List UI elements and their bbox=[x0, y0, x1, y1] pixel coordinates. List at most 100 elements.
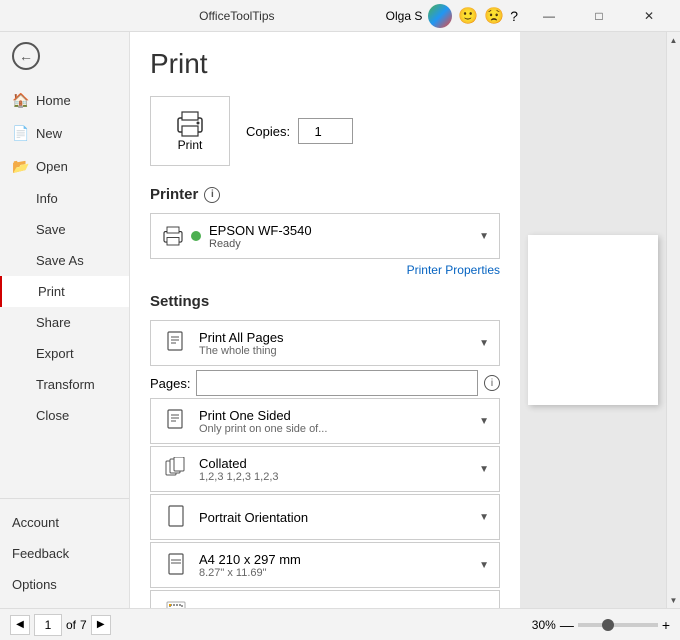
copies-input[interactable] bbox=[298, 118, 353, 144]
total-pages: 7 bbox=[80, 618, 87, 632]
sidebar-label-share: Share bbox=[36, 315, 71, 330]
sidebar-item-home[interactable]: 🏠 Home bbox=[0, 84, 129, 117]
sidebar-item-save[interactable]: Save bbox=[0, 214, 129, 245]
paper-size-doc-icon bbox=[167, 553, 185, 577]
printer-name: EPSON WF-3540 bbox=[209, 223, 479, 238]
sidebar-item-options[interactable]: Options bbox=[0, 569, 129, 600]
sidebar-item-transform[interactable]: Transform bbox=[0, 369, 129, 400]
next-page-button[interactable]: ▶ bbox=[91, 615, 111, 635]
user-name: Olga S bbox=[386, 9, 423, 23]
printer-info-icon[interactable]: i bbox=[204, 187, 220, 203]
sidebar-item-new[interactable]: 📄 New bbox=[0, 117, 129, 150]
print-pages-range-dropdown[interactable]: Print All Pages The whole thing ▼ bbox=[150, 320, 500, 366]
scrollbar-track: ▲ ▼ bbox=[666, 32, 680, 608]
minimize-button[interactable]: — bbox=[526, 0, 572, 32]
sidebar-item-print[interactable]: Print bbox=[0, 276, 129, 307]
paper-size-dropdown[interactable]: A4 210 x 297 mm 8.27" x 11.69" ▼ bbox=[150, 542, 500, 588]
sidebar-item-open[interactable]: 📂 Open bbox=[0, 150, 129, 183]
sidebar-label-new: New bbox=[36, 126, 62, 141]
print-button-label: Print bbox=[178, 138, 203, 152]
maximize-button[interactable]: □ bbox=[576, 0, 622, 32]
sides-text: Print One Sided Only print on one side o… bbox=[199, 408, 479, 435]
of-label: of bbox=[66, 618, 76, 632]
sidebar-label-save-as: Save As bbox=[36, 253, 84, 268]
zoom-section: 30% — + bbox=[532, 617, 670, 633]
collation-dropdown[interactable]: Collated 1,2,3 1,2,3 1,2,3 ▼ bbox=[150, 446, 500, 492]
sidebar-label-options: Options bbox=[12, 577, 57, 592]
scroll-down-button[interactable]: ▼ bbox=[667, 592, 680, 608]
orientation-icon bbox=[161, 502, 191, 532]
copies-section: Copies: bbox=[246, 118, 353, 144]
pages-input[interactable] bbox=[196, 370, 478, 396]
print-panel: Print Print Copies: bbox=[130, 32, 520, 608]
prev-page-button[interactable]: ◀ bbox=[10, 615, 30, 635]
pages-range-icon bbox=[161, 328, 191, 358]
sidebar-label-save: Save bbox=[36, 222, 66, 237]
margins-dropdown[interactable]: Custom Margins ▼ bbox=[150, 590, 500, 608]
portrait-icon bbox=[167, 505, 185, 529]
printer-status-dot bbox=[191, 231, 201, 241]
printer-properties-link[interactable]: Printer Properties bbox=[150, 263, 500, 277]
zoom-thumb[interactable] bbox=[602, 619, 614, 631]
sidebar-label-info: Info bbox=[36, 191, 58, 206]
current-page-input[interactable] bbox=[34, 614, 62, 636]
sidebar-item-feedback[interactable]: Feedback bbox=[0, 538, 129, 569]
page-navigation: ◀ of 7 ▶ bbox=[10, 614, 111, 636]
avatar bbox=[428, 4, 452, 28]
sidebar-item-share[interactable]: Share bbox=[0, 307, 129, 338]
margins-doc-icon bbox=[166, 601, 186, 608]
content-area: Print Print Copies: bbox=[130, 32, 680, 608]
collation-dropdown-arrow-icon: ▼ bbox=[479, 464, 489, 475]
page-title: Print bbox=[150, 48, 500, 80]
sidebar-item-export[interactable]: Export bbox=[0, 338, 129, 369]
paper-size-icon bbox=[161, 550, 191, 580]
pages-label: Pages: bbox=[150, 376, 190, 391]
titlebar-app-name: OfficeToolTips bbox=[88, 9, 386, 23]
emoji-sad-icon: 😟 bbox=[484, 6, 504, 26]
sidebar-item-save-as[interactable]: Save As bbox=[0, 245, 129, 276]
document-icon bbox=[166, 331, 186, 355]
pages-info-icon[interactable]: i bbox=[484, 375, 500, 391]
zoom-slider[interactable] bbox=[578, 623, 658, 627]
sidebar-label-close: Close bbox=[36, 408, 69, 423]
page-preview-sheet bbox=[528, 235, 658, 405]
sidebar-item-account[interactable]: Account bbox=[0, 507, 129, 538]
scroll-up-button[interactable]: ▲ bbox=[667, 32, 680, 48]
sides-dropdown-arrow-icon: ▼ bbox=[479, 416, 489, 427]
collation-sub: 1,2,3 1,2,3 1,2,3 bbox=[199, 471, 479, 483]
sides-icon bbox=[161, 406, 191, 436]
titlebar: OfficeToolTips Olga S 🙂 😟 ? — □ ✕ bbox=[0, 0, 680, 32]
titlebar-controls: — □ ✕ bbox=[526, 0, 672, 32]
emoji-smile-icon: 🙂 bbox=[458, 6, 478, 26]
orientation-main: Portrait Orientation bbox=[199, 510, 479, 525]
printer-dropdown[interactable]: EPSON WF-3540 Ready ▼ bbox=[150, 213, 500, 259]
sidebar: ← 🏠 Home 📄 New 📂 Open Info Save bbox=[0, 32, 130, 608]
print-sides-dropdown[interactable]: Print One Sided Only print on one side o… bbox=[150, 398, 500, 444]
settings-section-title: Settings bbox=[150, 293, 500, 310]
pages-row: Pages: i bbox=[150, 370, 500, 396]
open-icon: 📂 bbox=[12, 158, 28, 175]
sidebar-label-open: Open bbox=[36, 159, 68, 174]
sidebar-label-account: Account bbox=[12, 515, 59, 530]
zoom-minus-icon[interactable]: — bbox=[560, 617, 574, 633]
help-icon[interactable]: ? bbox=[510, 8, 518, 24]
zoom-plus-icon[interactable]: + bbox=[662, 617, 670, 633]
sidebar-item-info[interactable]: Info bbox=[0, 183, 129, 214]
sidebar-back-button[interactable]: ← bbox=[0, 32, 129, 80]
sidebar-bottom: Account Feedback Options bbox=[0, 498, 129, 608]
sidebar-label-home: Home bbox=[36, 93, 71, 108]
sidebar-item-close[interactable]: Close bbox=[0, 400, 129, 431]
margins-icon bbox=[161, 598, 191, 608]
orientation-dropdown[interactable]: Portrait Orientation ▼ bbox=[150, 494, 500, 540]
printer-small-icon bbox=[161, 225, 185, 247]
sidebar-label-feedback: Feedback bbox=[12, 546, 69, 561]
print-button[interactable]: Print bbox=[150, 96, 230, 166]
sides-sub: Only print on one side of... bbox=[199, 423, 479, 435]
home-icon: 🏠 bbox=[12, 92, 28, 109]
close-window-button[interactable]: ✕ bbox=[626, 0, 672, 32]
zoom-level-label: 30% bbox=[532, 618, 556, 632]
sidebar-label-transform: Transform bbox=[36, 377, 95, 392]
print-pages-main: Print All Pages bbox=[199, 330, 479, 345]
sides-main: Print One Sided bbox=[199, 408, 479, 423]
print-preview-area bbox=[520, 32, 666, 608]
